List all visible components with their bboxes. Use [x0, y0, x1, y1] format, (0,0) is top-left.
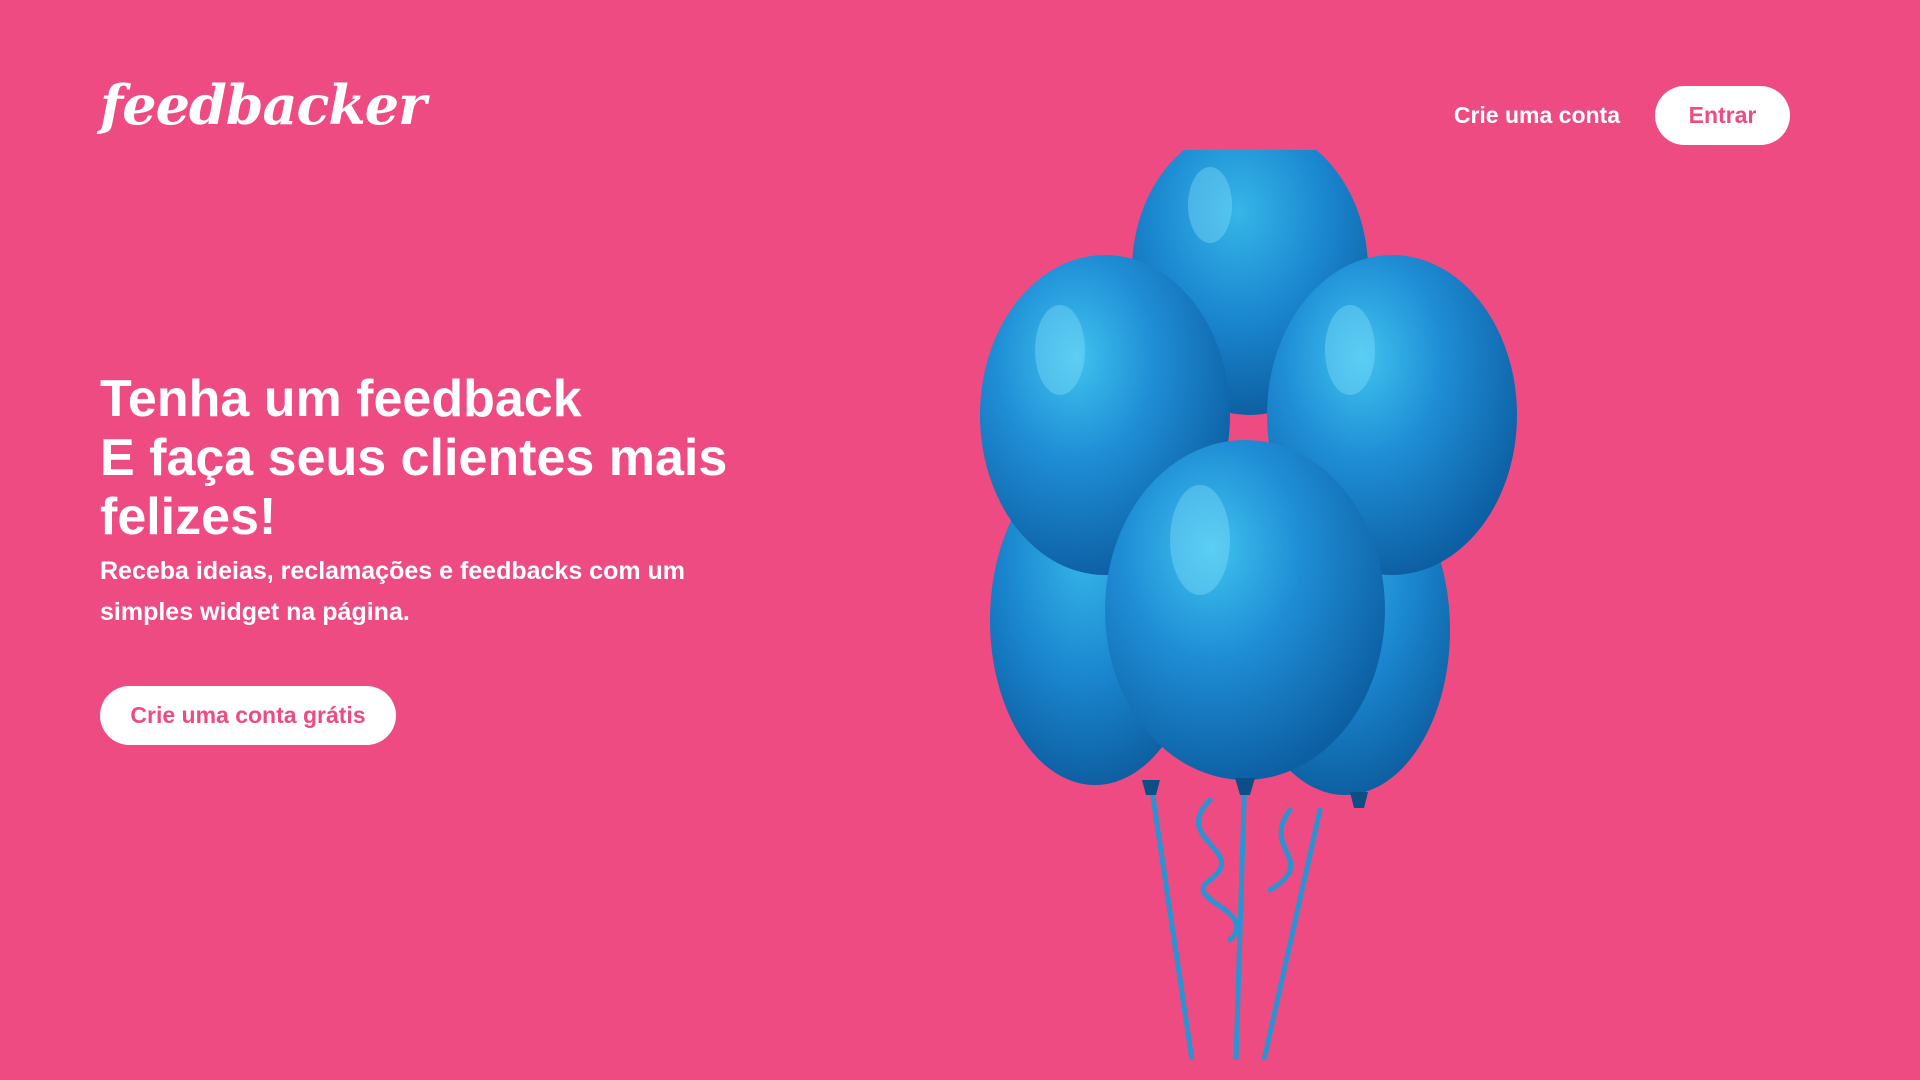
hero-subtitle: Receba ideias, reclamações e feedbacks c…: [100, 557, 686, 626]
balloon-strings: [1149, 767, 1323, 1060]
balloon-front-center: [1105, 440, 1385, 780]
balloons-icon: [980, 150, 1517, 1060]
top-nav: Crie uma conta Entrar: [1454, 86, 1790, 145]
create-free-account-button[interactable]: Crie uma conta grátis: [100, 686, 396, 745]
hero-title: Tenha um feedback E faça seus clientes m…: [100, 370, 740, 547]
hero-title-line-2: E faça seus clientes mais felizes!: [100, 429, 728, 546]
feedbacker-logo[interactable]: feedbacker: [100, 78, 427, 132]
hero-title-line-1: Tenha um feedback: [100, 370, 582, 428]
login-button[interactable]: Entrar: [1655, 86, 1790, 145]
hero-section: Tenha um feedback E faça seus clientes m…: [100, 370, 740, 633]
create-account-link[interactable]: Crie uma conta: [1454, 102, 1620, 129]
